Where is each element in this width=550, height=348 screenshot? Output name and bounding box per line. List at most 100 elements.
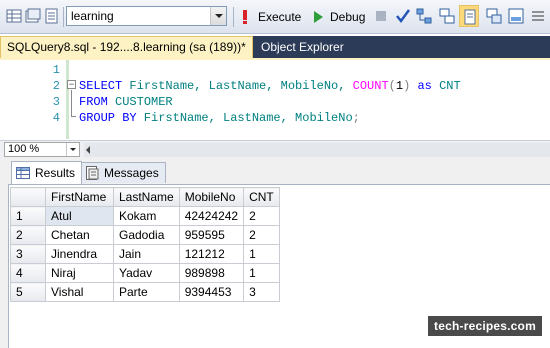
row-number[interactable]: 5 [10, 282, 46, 302]
messages-icon [86, 166, 99, 180]
tab-results[interactable]: Results [11, 161, 83, 184]
cell-cnt[interactable]: 1 [243, 263, 281, 283]
identifier: FirstName, LastName, MobileNo, [122, 79, 353, 93]
watermark: tech-recipes.com [428, 316, 542, 336]
cell-firstname[interactable]: Atul [45, 206, 114, 226]
grid-icon [16, 167, 30, 179]
tab-messages-label: Messages [104, 166, 159, 180]
cell-mobileno[interactable]: 9394453 [178, 282, 245, 302]
table-row[interactable]: 5 Vishal Parte 9394453 3 [10, 282, 281, 302]
display-estimated-plan-icon[interactable] [416, 8, 432, 24]
column-header[interactable]: FirstName [45, 187, 114, 207]
separator [63, 7, 64, 27]
document-icon [464, 9, 476, 25]
cell-firstname[interactable]: Niraj [45, 263, 114, 283]
tab-results-label: Results [35, 166, 76, 180]
cell-firstname[interactable]: Chetan [45, 225, 114, 245]
cell-firstname[interactable]: Vishal [45, 282, 114, 302]
cell-mobileno[interactable]: 989898 [178, 263, 245, 283]
separator [233, 7, 234, 27]
collapse-toggle-icon[interactable]: − [67, 80, 76, 89]
scroll-left-icon[interactable] [86, 146, 90, 154]
stop-icon[interactable] [373, 8, 389, 24]
cell-cnt[interactable]: 2 [243, 225, 281, 245]
results-pane-icon[interactable] [508, 8, 524, 24]
row-number[interactable]: 4 [10, 263, 46, 283]
comment-lines-icon[interactable] [530, 8, 546, 24]
column-header[interactable]: LastName [113, 187, 180, 207]
row-number[interactable]: 3 [10, 244, 46, 264]
table-row[interactable]: 1 Atul Kokam 42424242 2 [10, 206, 281, 226]
line-number: 1 [52, 63, 60, 77]
database-value: learning [71, 9, 114, 23]
cell-cnt[interactable]: 1 [243, 244, 281, 264]
table-row[interactable]: 3 Jinendra Jain 121212 1 [10, 244, 281, 264]
client-statistics-icon[interactable] [486, 8, 502, 24]
cell-lastname[interactable]: Gadodia [113, 225, 180, 245]
query-designer-icon[interactable] [439, 8, 455, 24]
identifier: FirstName, LastName, MobileNo [136, 111, 353, 125]
cell-lastname[interactable]: Parte [113, 282, 180, 302]
header-row: FirstName LastName MobileNo CNT [10, 187, 281, 207]
debug-button[interactable]: Debug [312, 8, 365, 26]
code-line: SELECT FirstName, LastName, MobileNo, CO… [79, 79, 461, 93]
zoom-bar: 100 % [0, 140, 550, 158]
column-header[interactable]: CNT [243, 187, 281, 207]
include-plan-toggle[interactable] [459, 5, 479, 27]
column-header[interactable]: MobileNo [178, 187, 245, 207]
keyword: GROUP BY [79, 111, 137, 125]
cell-firstname[interactable]: Jinendra [45, 244, 114, 264]
query-editor[interactable]: 1 2 3 4 − SELECT FirstName, LastName, Mo… [0, 60, 550, 139]
toolbar: learning Execute Debug [0, 0, 550, 34]
database-dropdown[interactable]: learning [66, 6, 227, 26]
results-to-file-icon[interactable] [44, 8, 60, 24]
grid-layout-icon[interactable] [6, 8, 22, 24]
parse-checkmark-icon[interactable] [395, 8, 411, 24]
cell-lastname[interactable]: Yadav [113, 263, 180, 283]
row-number[interactable]: 1 [10, 206, 46, 226]
literal: 1 [395, 79, 404, 93]
code-line: FROM CUSTOMER [79, 95, 173, 109]
cell-mobileno[interactable]: 121212 [178, 244, 245, 264]
row-number-header[interactable] [10, 187, 46, 207]
results-grid: FirstName LastName MobileNo CNT 1 Atul K… [10, 187, 281, 302]
cell-lastname[interactable]: Kokam [113, 206, 180, 226]
keyword: as [410, 79, 432, 93]
execute-label: Execute [258, 10, 302, 24]
execute-button[interactable]: Execute [240, 8, 301, 26]
cell-cnt[interactable]: 3 [243, 282, 281, 302]
change-margin [66, 60, 69, 139]
tab-query-label: SQLQuery8.sql - 192....8.learning (sa (1… [7, 40, 246, 54]
line-number-gutter: 1 2 3 4 [0, 60, 63, 139]
semicolon: ; [352, 111, 360, 125]
zoom-value: 100 % [8, 143, 40, 155]
document-tab-strip: SQLQuery8.sql - 192....8.learning (sa (1… [0, 36, 550, 58]
tab-object-explorer-label: Object Explorer [261, 40, 344, 54]
tab-object-explorer[interactable]: Object Explorer [257, 36, 348, 58]
cell-cnt[interactable]: 2 [243, 206, 281, 226]
keyword: SELECT [79, 79, 123, 93]
line-number: 4 [52, 111, 60, 125]
code-line: GROUP BY FirstName, LastName, MobileNo; [79, 111, 360, 125]
tab-messages[interactable]: Messages [81, 162, 166, 183]
play-icon [314, 11, 323, 23]
line-number: 3 [52, 95, 60, 109]
fold-end [71, 116, 76, 117]
cell-mobileno[interactable]: 42424242 [178, 206, 245, 226]
line-number: 2 [52, 79, 60, 93]
fold-line [71, 90, 72, 116]
debug-label: Debug [330, 10, 366, 24]
cell-mobileno[interactable]: 959595 [178, 225, 245, 245]
cell-lastname[interactable]: Jain [113, 244, 180, 264]
function: COUNT [352, 79, 389, 93]
row-number[interactable]: 2 [10, 225, 46, 245]
chevron-down-icon[interactable] [210, 7, 226, 25]
horizontal-scrollbar[interactable] [84, 143, 550, 157]
chevron-down-icon[interactable] [66, 143, 79, 156]
table-row[interactable]: 2 Chetan Gadodia 959595 2 [10, 225, 281, 245]
zoom-dropdown[interactable]: 100 % [4, 142, 80, 157]
tab-query[interactable]: SQLQuery8.sql - 192....8.learning (sa (1… [0, 36, 253, 58]
table-row[interactable]: 4 Niraj Yadav 989898 1 [10, 263, 281, 283]
results-to-grid-icon[interactable] [25, 8, 41, 24]
identifier: CNT [431, 79, 461, 93]
